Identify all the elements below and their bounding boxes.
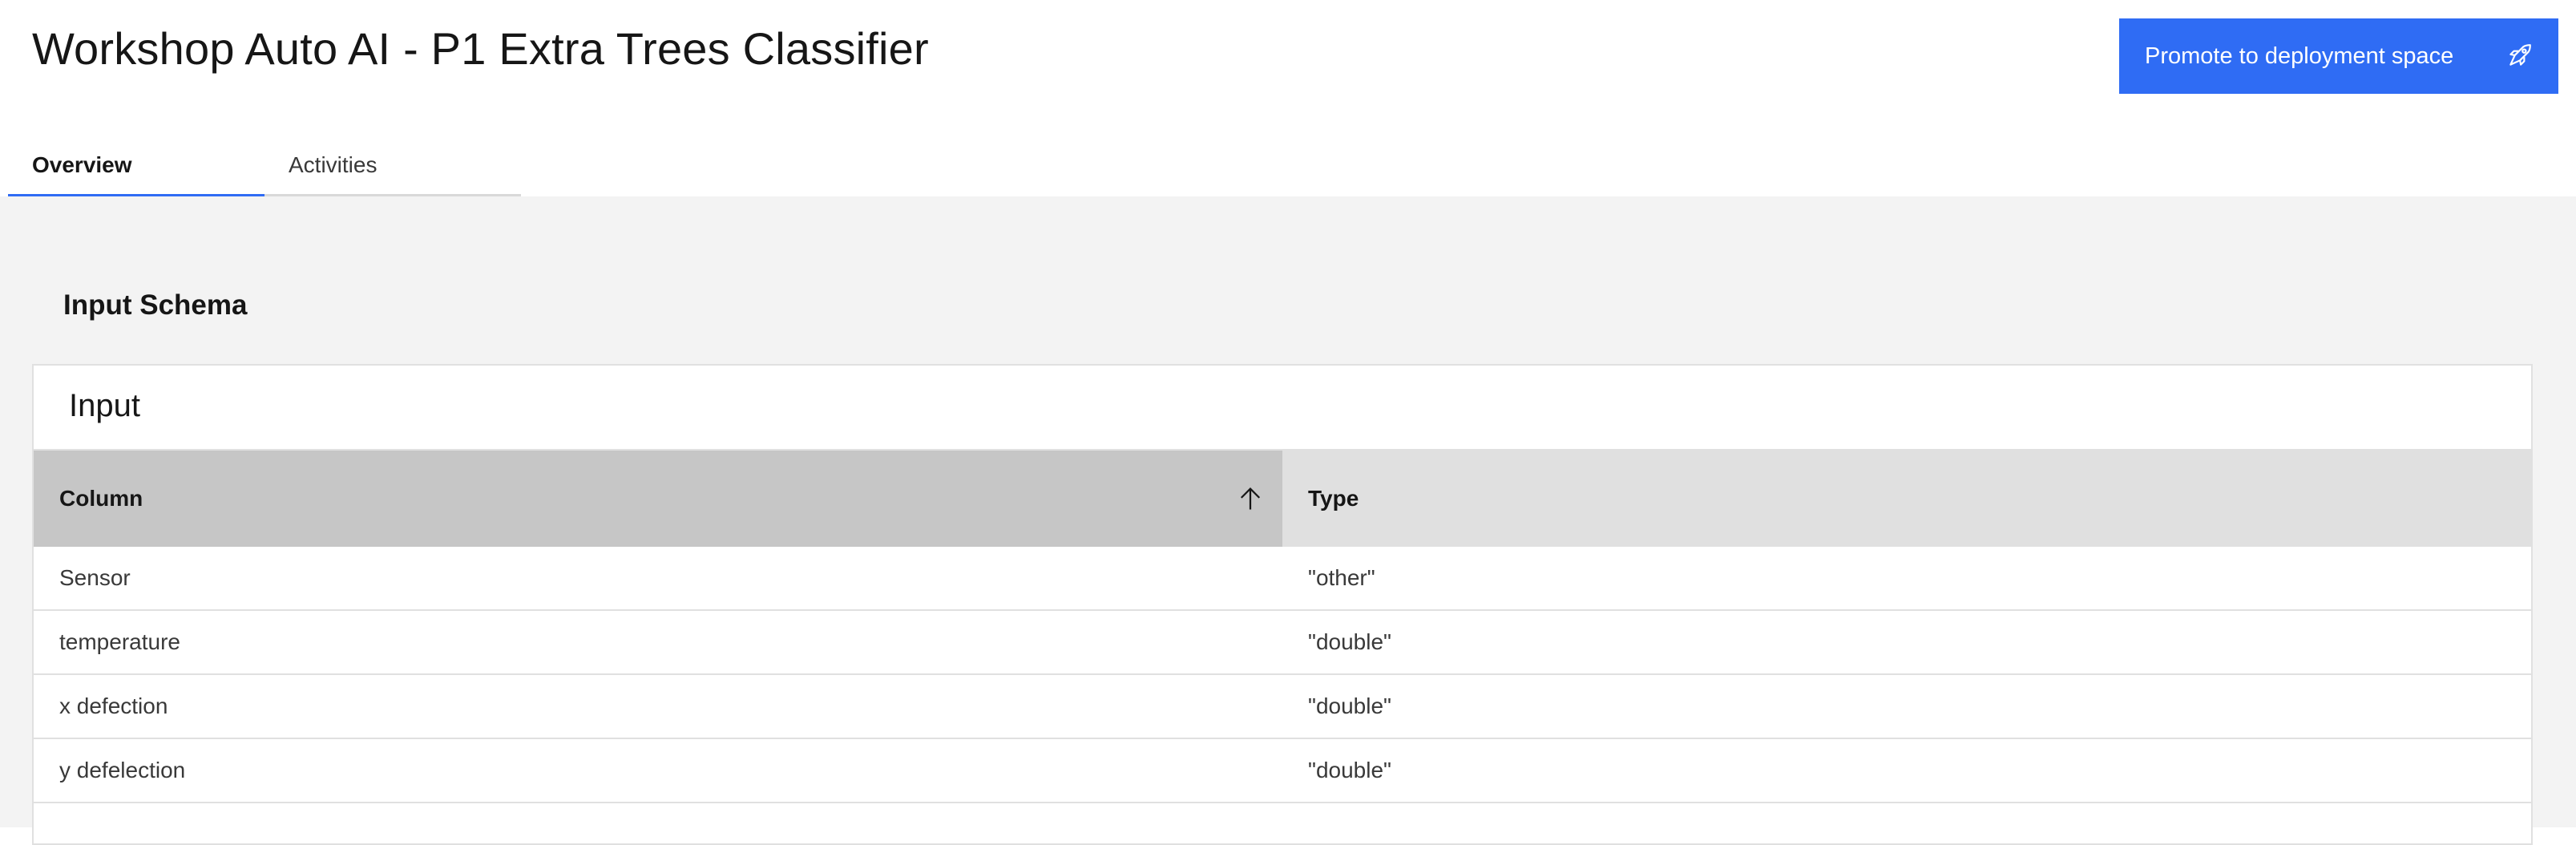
row-column-cell: x defection — [34, 674, 1282, 739]
row-column-cell: temperature — [34, 610, 1282, 675]
row-type-cell — [1282, 803, 2531, 843]
type-header-label: Type — [1308, 486, 1359, 511]
arrow-up-icon[interactable] — [1236, 484, 1265, 513]
promote-button-label: Promote to deployment space — [2145, 42, 2454, 69]
column-header-label: Column — [59, 486, 143, 511]
tab-bar: Overview Activities — [8, 136, 521, 197]
column-header-column[interactable]: Column — [34, 451, 1282, 547]
table-row: y defelection "double" — [34, 738, 2531, 803]
row-type-cell: "double" — [1282, 738, 2531, 803]
table-row: temperature "double" — [34, 610, 2531, 675]
schema-table: Column Type Sensor "other" temperature "… — [34, 451, 2531, 843]
tab-activities[interactable]: Activities — [264, 136, 521, 197]
table-header-row: Column Type — [34, 451, 2531, 547]
page-title: Workshop Auto AI - P1 Extra Trees Classi… — [32, 23, 929, 74]
row-type-cell: "double" — [1282, 610, 2531, 675]
row-column-cell: Sensor — [34, 547, 1282, 611]
overview-panel: Input Schema Input Column Type Sensor "o… — [0, 196, 2576, 845]
table-title: Input — [34, 366, 2531, 451]
table-row: x defection "double" — [34, 674, 2531, 739]
tab-overview[interactable]: Overview — [8, 136, 264, 197]
promote-to-deployment-space-button[interactable]: Promote to deployment space — [2119, 18, 2558, 94]
row-type-cell: "double" — [1282, 674, 2531, 739]
rocket-icon — [2505, 42, 2533, 70]
row-column-cell — [34, 803, 1282, 843]
section-title: Input Schema — [63, 289, 248, 321]
table-row: Sensor "other" — [34, 547, 2531, 611]
row-column-cell: y defelection — [34, 738, 1282, 803]
table-row — [34, 803, 2531, 843]
input-schema-table: Input Column Type Sensor "other" tempera… — [32, 364, 2533, 845]
page-header: Workshop Auto AI - P1 Extra Trees Classi… — [0, 0, 2576, 197]
row-type-cell: "other" — [1282, 547, 2531, 611]
column-header-type[interactable]: Type — [1282, 451, 2531, 547]
